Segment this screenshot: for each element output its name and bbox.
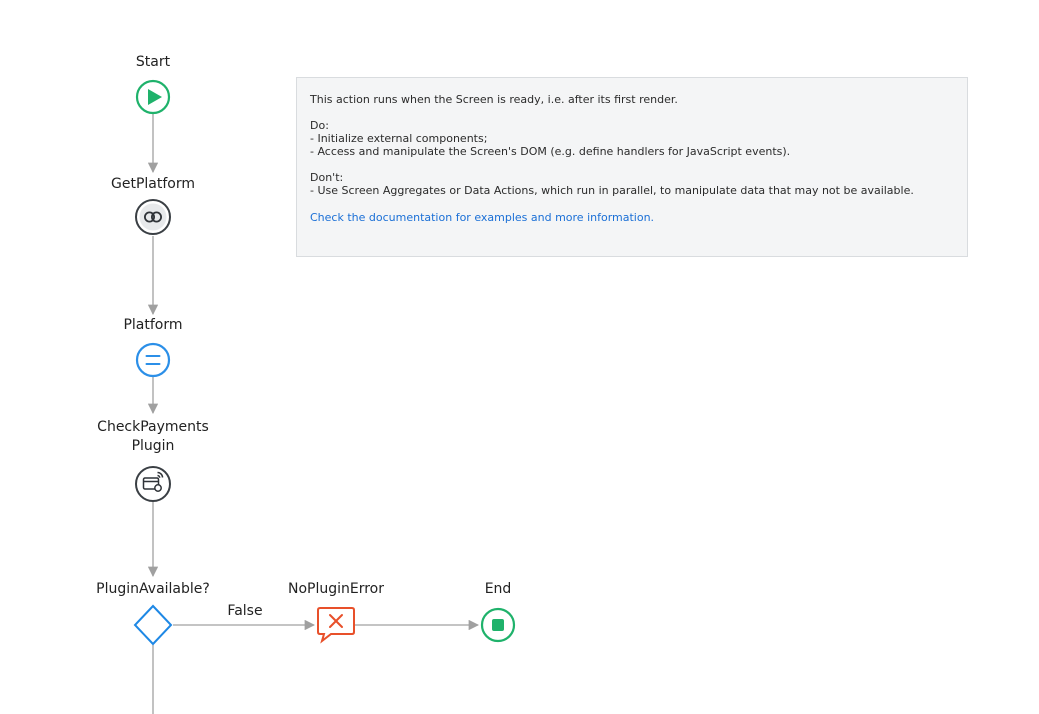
note-do-item-1: - Initialize external components; <box>310 132 488 145</box>
note-dont-title: Don't: <box>310 171 344 184</box>
note-do-title: Do: <box>310 119 329 132</box>
label-end: End <box>484 581 512 597</box>
platform-assign-node[interactable] <box>135 342 171 378</box>
start-node[interactable] <box>135 79 171 115</box>
decision-node[interactable] <box>133 604 173 646</box>
label-false-edge: False <box>227 603 263 619</box>
label-pluginavailable: PluginAvailable? <box>96 581 210 597</box>
getplatform-node[interactable] <box>135 199 171 235</box>
label-start: Start <box>135 54 171 70</box>
end-node[interactable] <box>480 607 516 643</box>
label-nopluginerror: NoPluginError <box>287 581 385 597</box>
note-dont-item-1: - Use Screen Aggregates or Data Actions,… <box>310 184 914 197</box>
stop-icon <box>492 619 504 631</box>
comment-note: This action runs when the Screen is read… <box>296 77 968 257</box>
label-getplatform: GetPlatform <box>111 176 195 192</box>
label-checkpayments-line2: Plugin <box>131 438 175 454</box>
label-platform: Platform <box>123 317 183 333</box>
documentation-link[interactable]: Check the documentation for examples and… <box>310 211 954 224</box>
note-line-1: This action runs when the Screen is read… <box>310 93 678 106</box>
note-do-item-2: - Access and manipulate the Screen's DOM… <box>310 145 791 158</box>
label-checkpayments-line1: CheckPayments <box>97 419 209 435</box>
check-payments-node[interactable] <box>135 466 171 502</box>
error-node[interactable] <box>317 607 355 644</box>
